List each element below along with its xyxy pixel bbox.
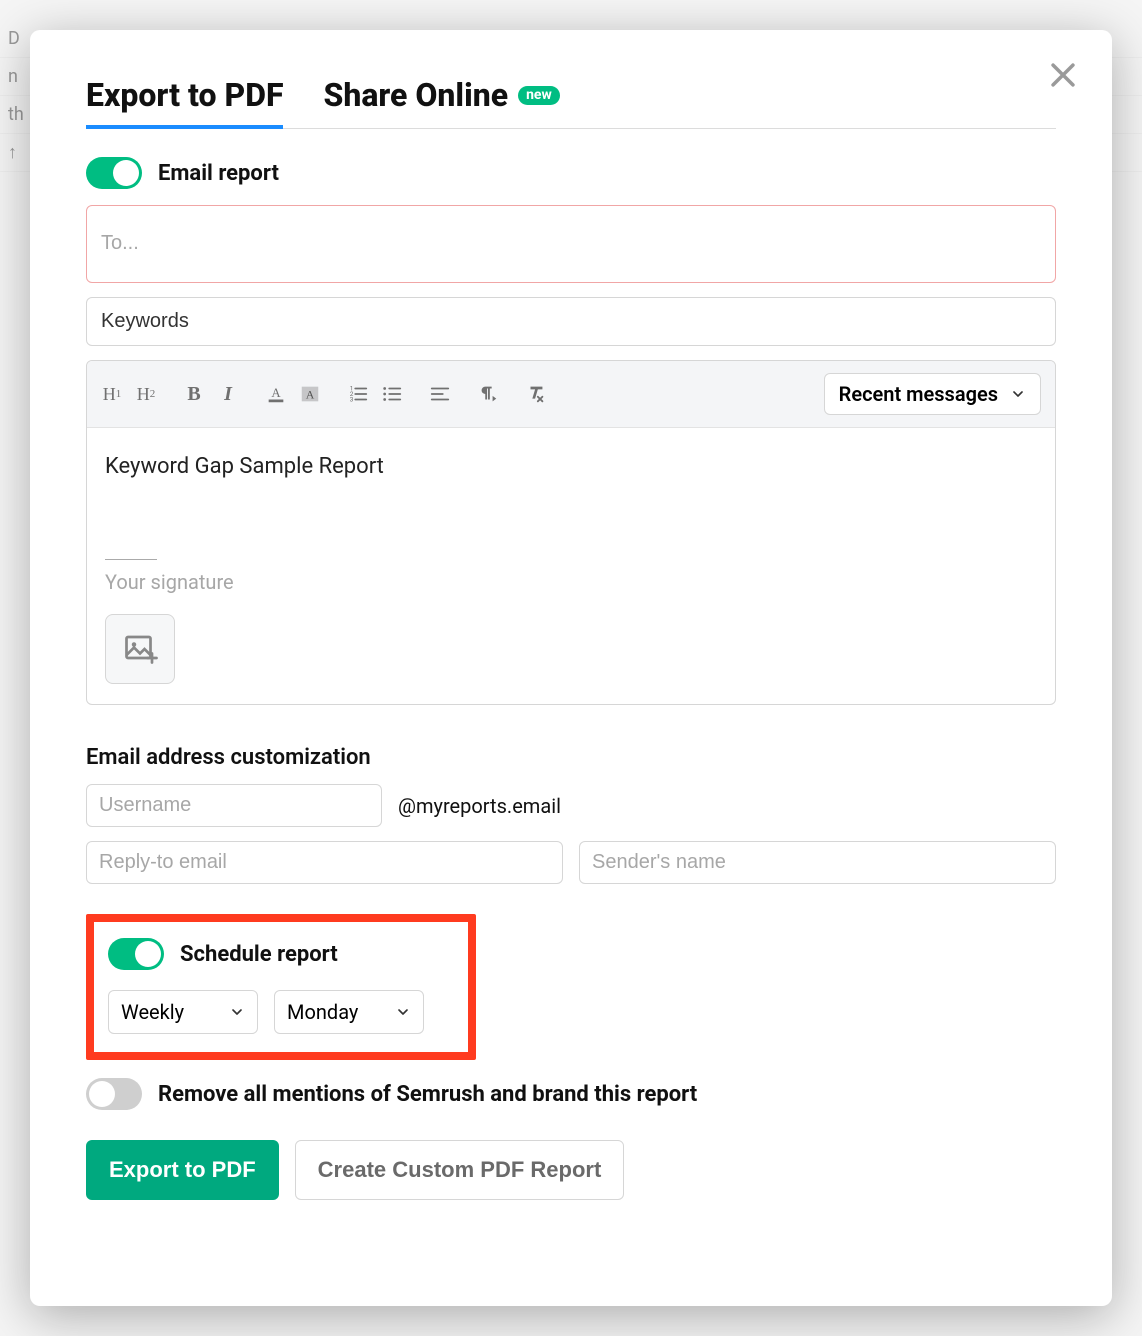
email-report-label: Email report — [158, 161, 279, 186]
schedule-day-value: Monday — [287, 1000, 358, 1024]
insert-image-button[interactable] — [105, 614, 175, 684]
tab-export-pdf[interactable]: Export to PDF — [86, 76, 283, 128]
svg-text:A: A — [306, 388, 315, 402]
tab-export-label: Export to PDF — [86, 76, 283, 114]
create-custom-report-button[interactable]: Create Custom PDF Report — [295, 1140, 625, 1200]
export-pdf-label: Export to PDF — [109, 1157, 256, 1182]
highlight-icon[interactable]: A — [299, 382, 321, 406]
clear-formatting-icon[interactable] — [525, 382, 547, 406]
tab-share-label: Share Online — [323, 76, 508, 114]
text-color-icon[interactable]: A — [265, 382, 287, 406]
modal-tabs: Export to PDF Share Online new — [86, 76, 1056, 129]
email-report-toggle-row: Email report — [86, 157, 1056, 189]
direction-icon[interactable] — [477, 382, 499, 406]
to-input[interactable] — [86, 205, 1056, 283]
recent-messages-label: Recent messages — [839, 382, 998, 406]
close-button[interactable] — [1046, 58, 1080, 92]
italic-icon[interactable]: I — [217, 382, 239, 406]
action-buttons: Export to PDF Create Custom PDF Report — [86, 1140, 1056, 1200]
export-modal: Export to PDF Share Online new Email rep… — [30, 30, 1112, 1306]
ordered-list-icon[interactable]: 123 — [347, 382, 369, 406]
schedule-report-toggle[interactable] — [108, 938, 164, 970]
schedule-frequency-value: Weekly — [121, 1000, 184, 1024]
svg-text:3: 3 — [350, 395, 354, 403]
email-custom-title: Email address customization — [86, 745, 1056, 770]
editor-content: Keyword Gap Sample Report — [105, 454, 1037, 479]
schedule-frequency-select[interactable]: Weekly — [108, 990, 258, 1034]
image-icon — [122, 631, 158, 667]
schedule-day-select[interactable]: Monday — [274, 990, 424, 1034]
chevron-down-icon — [229, 1004, 245, 1020]
brand-toggle-row: Remove all mentions of Semrush and brand… — [86, 1078, 1056, 1110]
signature-placeholder: Your signature — [105, 570, 1037, 594]
email-report-toggle[interactable] — [86, 157, 142, 189]
brand-toggle[interactable] — [86, 1078, 142, 1110]
sender-name-input[interactable] — [579, 841, 1056, 884]
h1-icon[interactable]: H1 — [101, 382, 123, 406]
unordered-list-icon[interactable] — [381, 382, 403, 406]
message-editor: H1 H2 B I A A 123 — [86, 360, 1056, 705]
h2-icon[interactable]: H2 — [135, 382, 157, 406]
chevron-down-icon — [1010, 386, 1026, 402]
export-pdf-button[interactable]: Export to PDF — [86, 1140, 279, 1200]
subject-input[interactable] — [86, 297, 1056, 346]
svg-text:A: A — [271, 386, 281, 400]
schedule-report-label: Schedule report — [180, 942, 338, 967]
signature-divider — [105, 559, 157, 560]
tab-share-online[interactable]: Share Online new — [323, 76, 559, 128]
create-custom-label: Create Custom PDF Report — [318, 1157, 602, 1182]
bold-icon[interactable]: B — [183, 382, 205, 406]
email-domain: @myreports.email — [398, 794, 561, 818]
close-icon — [1046, 58, 1080, 92]
brand-label: Remove all mentions of Semrush and brand… — [158, 1082, 697, 1107]
reply-to-input[interactable] — [86, 841, 563, 884]
new-badge: new — [518, 86, 560, 105]
editor-body[interactable]: Keyword Gap Sample Report Your signature — [87, 428, 1055, 704]
chevron-down-icon — [395, 1004, 411, 1020]
editor-toolbar: H1 H2 B I A A 123 — [87, 361, 1055, 428]
schedule-report-block: Schedule report Weekly Monday — [86, 914, 476, 1060]
recent-messages-button[interactable]: Recent messages — [824, 373, 1041, 415]
username-input[interactable] — [86, 784, 382, 827]
align-icon[interactable] — [429, 382, 451, 406]
